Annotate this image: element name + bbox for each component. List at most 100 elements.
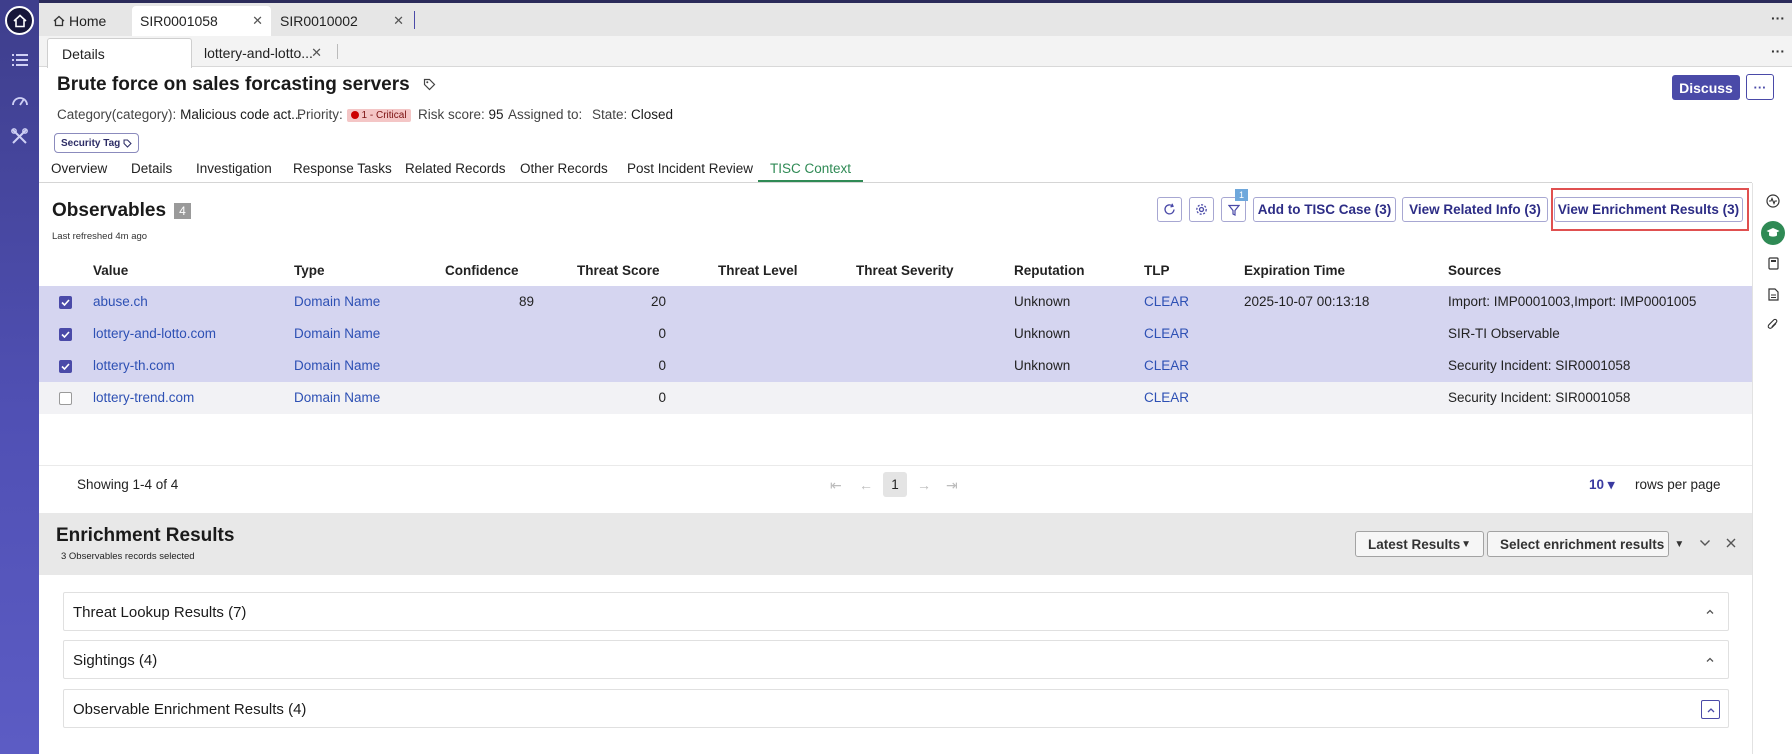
meta-state: State: Closed — [592, 107, 673, 122]
col-threat-score[interactable]: Threat Score — [577, 263, 660, 278]
accordion-observable-enrichment[interactable]: Observable Enrichment Results (4) — [63, 689, 1729, 728]
close-icon[interactable] — [1723, 535, 1739, 551]
close-icon[interactable]: ✕ — [393, 13, 404, 29]
document-icon[interactable] — [1765, 286, 1781, 302]
pagination: Showing 1-4 of 4 ⇤ ← 1 → ⇥ 10 ▾ rows per… — [39, 465, 1752, 503]
tab-post-incident-review[interactable]: Post Incident Review — [627, 161, 753, 176]
sources-cell: Import: IMP0001003,Import: IMP0001005 — [1448, 294, 1697, 309]
next-page-icon[interactable]: → — [917, 477, 931, 493]
chevron-up-icon[interactable] — [1704, 654, 1716, 666]
tlp-link[interactable]: CLEAR — [1144, 326, 1189, 341]
accordion-threat-lookup[interactable]: Threat Lookup Results (7) — [63, 592, 1729, 631]
table-row[interactable]: lottery-and-lotto.com Domain Name 0 Unkn… — [39, 318, 1752, 350]
tab-label: SIR0010002 — [280, 13, 358, 29]
tab-investigation[interactable]: Investigation — [196, 161, 272, 176]
section-tabs: Overview Details Investigation Response … — [39, 158, 1752, 183]
more-actions-button[interactable]: ··· — [1746, 74, 1774, 100]
top-tab-bar: Home SIR0001058 ✕ SIR0010002 ✕ ··· — [39, 0, 1792, 36]
threat-score-cell: 0 — [658, 326, 666, 341]
observable-value-link[interactable]: lottery-th.com — [93, 358, 175, 373]
chevron-down-icon[interactable] — [1697, 535, 1713, 551]
discuss-button[interactable]: Discuss — [1672, 75, 1740, 100]
tab-divider — [414, 11, 415, 29]
tlp-link[interactable]: CLEAR — [1144, 358, 1189, 373]
list-icon[interactable] — [10, 50, 29, 69]
settings-button[interactable] — [1189, 197, 1214, 222]
tools-icon[interactable] — [10, 127, 29, 146]
col-threat-level[interactable]: Threat Level — [718, 263, 798, 278]
observables-title-text: Observables — [52, 200, 167, 221]
col-threat-severity[interactable]: Threat Severity — [856, 263, 954, 278]
tab-overview[interactable]: Overview — [51, 161, 107, 176]
subtab-details[interactable]: Details — [47, 38, 192, 68]
col-sources[interactable]: Sources — [1448, 263, 1501, 278]
add-to-tisc-case-button[interactable]: Add to TISC Case (3) — [1253, 197, 1396, 222]
meta-value: Malicious code act... — [180, 107, 303, 122]
tab-response-tasks[interactable]: Response Tasks — [293, 161, 392, 176]
row-checkbox[interactable] — [59, 392, 72, 405]
col-value[interactable]: Value — [93, 263, 128, 278]
last-page-icon[interactable]: ⇥ — [946, 477, 958, 494]
book-icon[interactable] — [1765, 255, 1781, 271]
observable-value-link[interactable]: abuse.ch — [93, 294, 148, 309]
sources-cell: Security Incident: SIR0001058 — [1448, 358, 1631, 373]
learning-icon[interactable] — [1761, 221, 1785, 245]
record-title-text: Brute force on sales forcasting servers — [57, 74, 410, 95]
row-checkbox[interactable] — [59, 328, 72, 341]
home-icon — [53, 15, 65, 27]
col-tlp[interactable]: TLP — [1144, 263, 1170, 278]
tab-home[interactable]: Home — [45, 6, 131, 36]
tab-related-records[interactable]: Related Records — [405, 161, 506, 176]
subtab-lottery[interactable]: lottery-and-lotto... ✕ — [194, 38, 326, 67]
activity-icon[interactable] — [1765, 193, 1781, 209]
table-row[interactable]: abuse.ch Domain Name 89 20 Unknown CLEAR… — [39, 286, 1752, 318]
observable-type-link[interactable]: Domain Name — [294, 326, 380, 341]
home-icon[interactable] — [5, 6, 34, 35]
rows-per-page-select[interactable]: 10 ▾ — [1589, 477, 1615, 493]
table-row[interactable]: lottery-trend.com Domain Name 0 CLEAR Se… — [39, 382, 1752, 414]
security-tag[interactable]: Security Tag — [54, 133, 140, 153]
col-expiration-time[interactable]: Expiration Time — [1244, 263, 1345, 278]
accordion-label: Threat Lookup Results (7) — [73, 604, 247, 621]
observable-value-link[interactable]: lottery-and-lotto.com — [93, 326, 216, 341]
observable-value-link[interactable]: lottery-trend.com — [93, 390, 194, 405]
chevron-up-icon[interactable] — [1704, 606, 1716, 618]
sources-cell: Security Incident: SIR0001058 — [1448, 390, 1631, 405]
tag-icon[interactable] — [423, 78, 436, 91]
more-icon[interactable]: ··· — [1771, 11, 1785, 25]
filter-count-badge: 1 — [1235, 189, 1248, 201]
prev-page-icon[interactable]: ← — [859, 477, 873, 493]
showing-count: Showing 1-4 of 4 — [77, 477, 179, 492]
tab-details[interactable]: Details — [131, 161, 172, 176]
refresh-button[interactable] — [1157, 197, 1182, 222]
attachment-icon[interactable] — [1765, 316, 1781, 332]
col-reputation[interactable]: Reputation — [1014, 263, 1085, 278]
tab-sir0001058[interactable]: SIR0001058 ✕ — [132, 6, 271, 36]
col-type[interactable]: Type — [294, 263, 325, 278]
tlp-link[interactable]: CLEAR — [1144, 294, 1189, 309]
current-page[interactable]: 1 — [883, 472, 907, 497]
gauge-icon[interactable] — [10, 90, 29, 109]
latest-results-dropdown[interactable]: Latest Results ▼ — [1355, 531, 1484, 557]
observable-type-link[interactable]: Domain Name — [294, 294, 380, 309]
select-enrichment-dropdown[interactable]: Select enrichment results ▼ — [1487, 531, 1684, 557]
tab-tisc-context[interactable]: TISC Context — [757, 161, 864, 182]
observable-type-link[interactable]: Domain Name — [294, 358, 380, 373]
tab-sir0010002[interactable]: SIR0010002 ✕ — [272, 6, 412, 36]
observable-type-link[interactable]: Domain Name — [294, 390, 380, 405]
col-confidence[interactable]: Confidence — [445, 263, 519, 278]
meta-label: Priority: — [297, 107, 343, 122]
tlp-link[interactable]: CLEAR — [1144, 390, 1189, 405]
first-page-icon[interactable]: ⇤ — [830, 477, 842, 494]
more-icon[interactable]: ··· — [1771, 44, 1785, 58]
accordion-sightings[interactable]: Sightings (4) — [63, 640, 1729, 679]
close-icon[interactable]: ✕ — [311, 45, 322, 61]
row-checkbox[interactable] — [59, 360, 72, 373]
chevron-up-icon[interactable] — [1701, 700, 1720, 719]
row-checkbox[interactable] — [59, 296, 72, 309]
reputation-cell: Unknown — [1014, 326, 1071, 341]
view-related-info-button[interactable]: View Related Info (3) — [1402, 197, 1548, 222]
close-icon[interactable]: ✕ — [252, 13, 263, 29]
tab-other-records[interactable]: Other Records — [520, 161, 608, 176]
table-row[interactable]: lottery-th.com Domain Name 0 Unknown CLE… — [39, 350, 1752, 382]
